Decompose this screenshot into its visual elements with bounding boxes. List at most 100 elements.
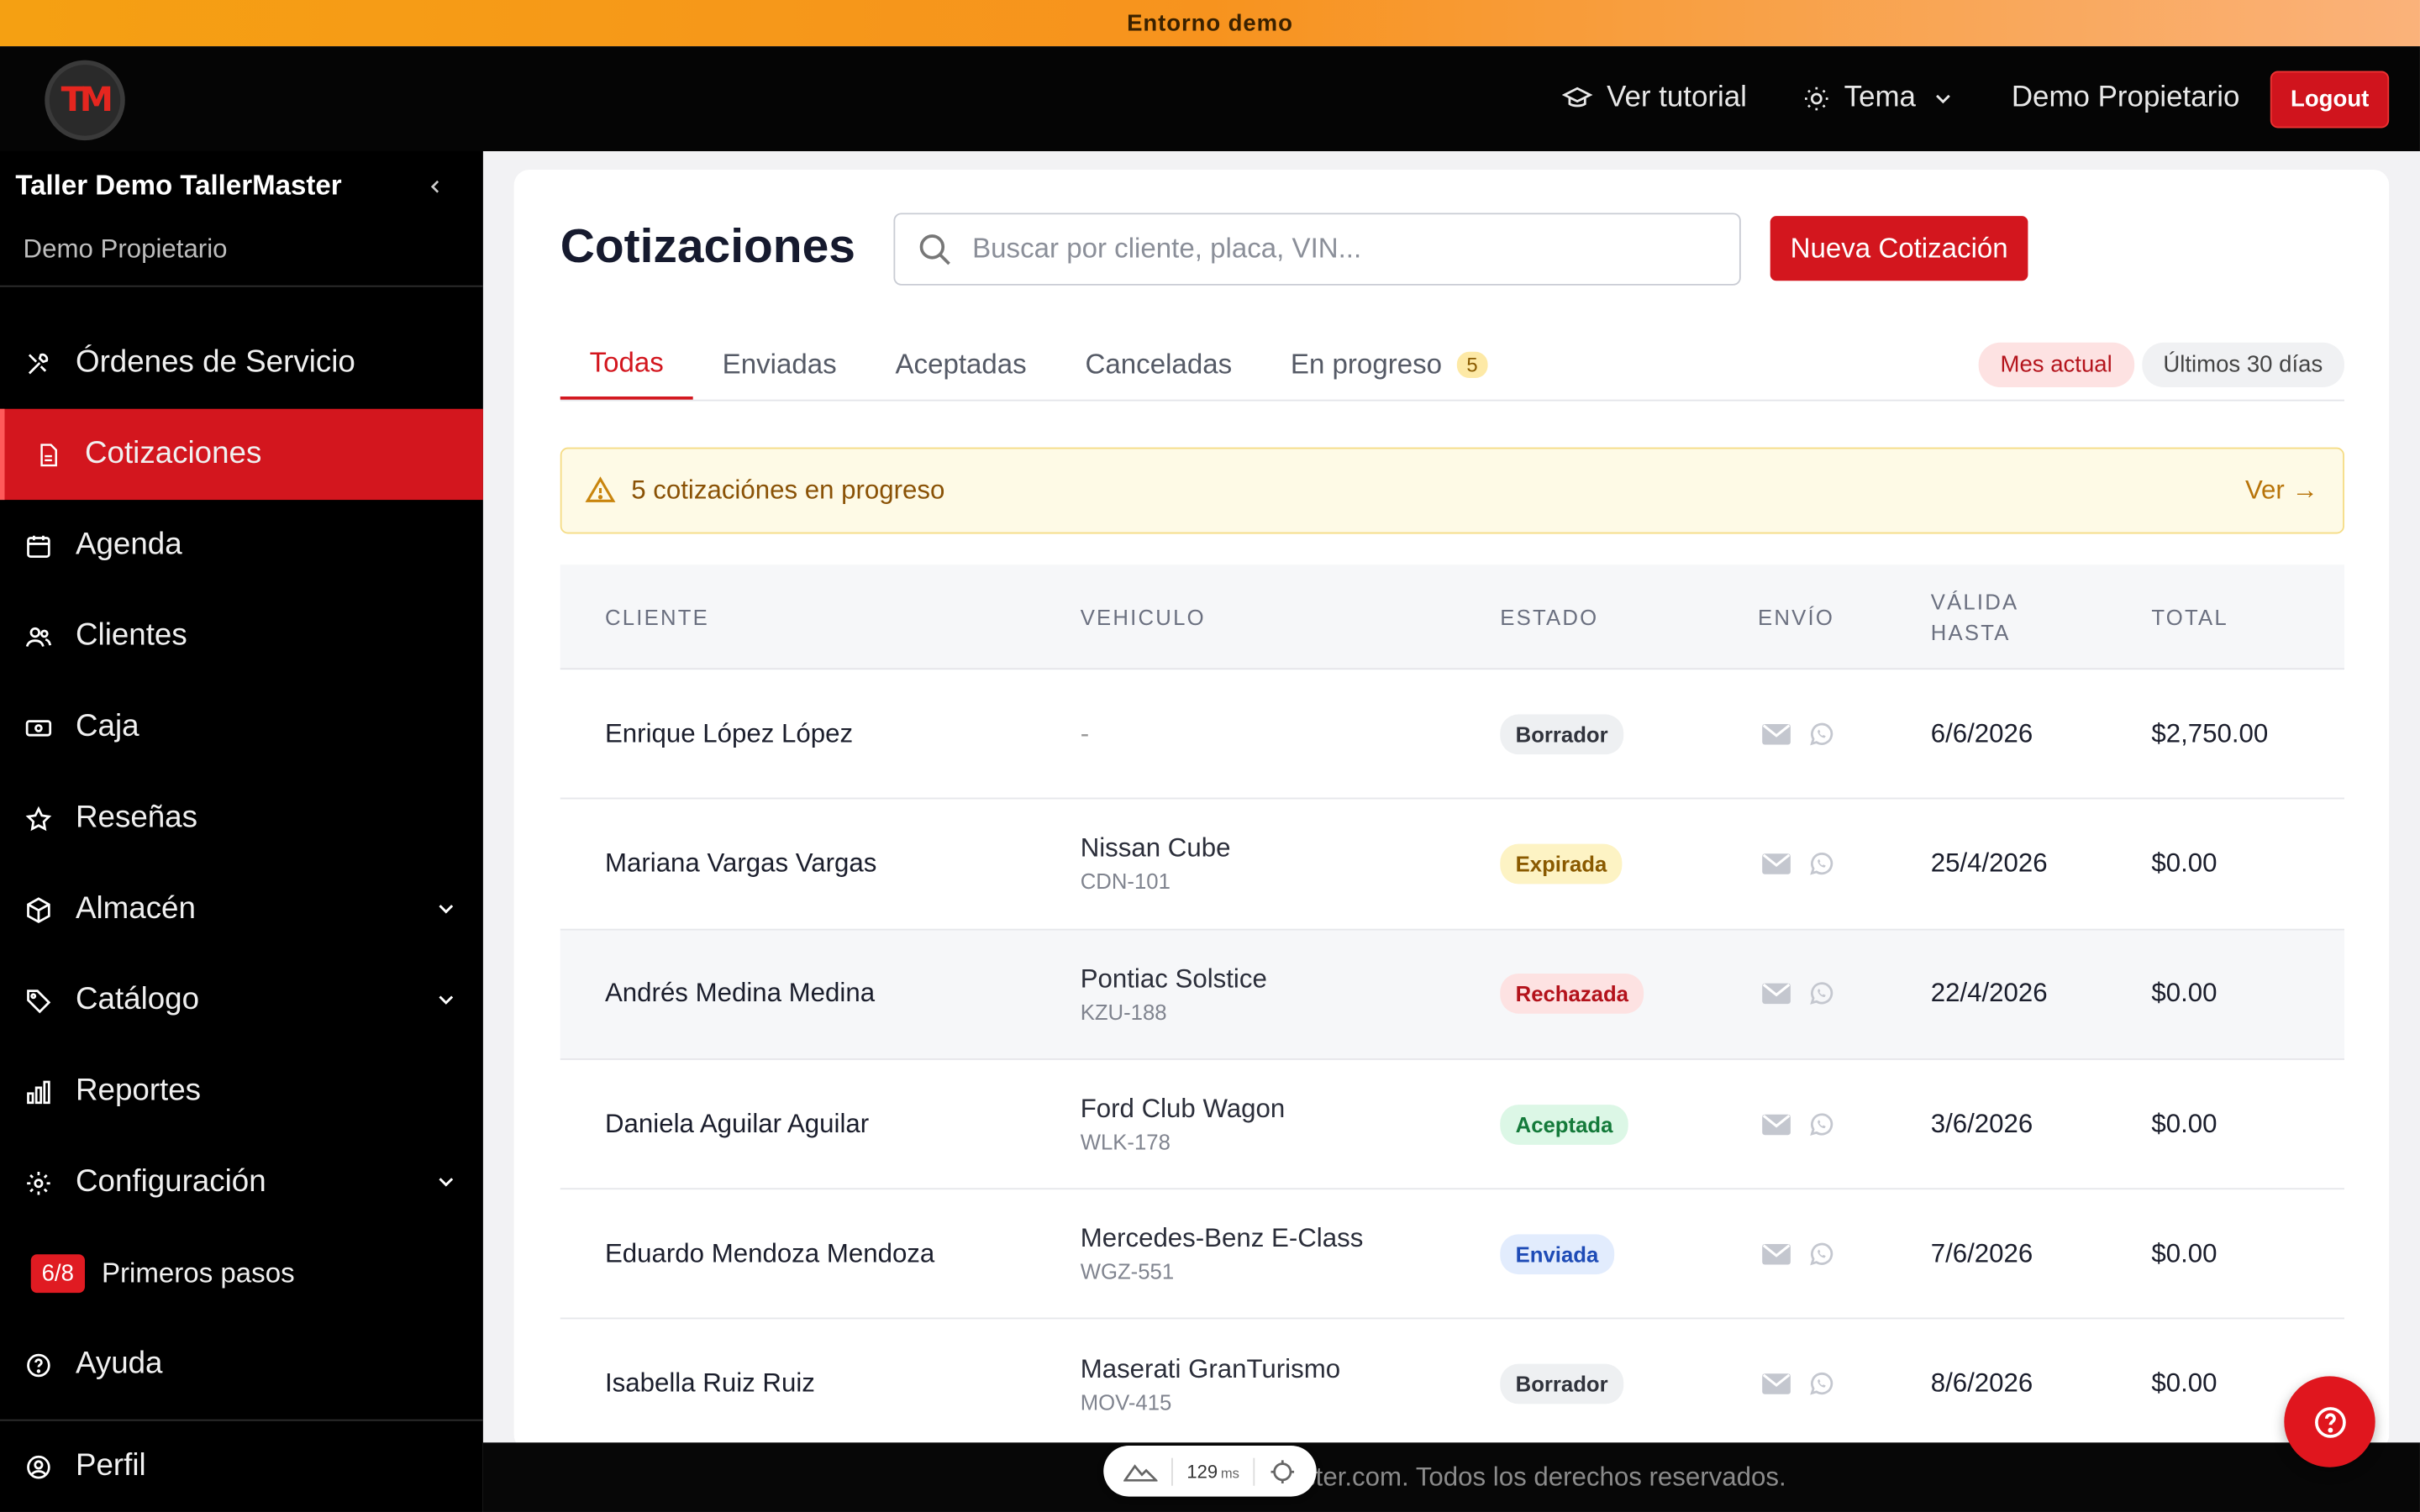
email-icon[interactable] [1761,982,1792,1006]
filter-last-30-days[interactable]: Últimos 30 días [2141,342,2344,388]
sidebar-item-label: Almacén [75,891,196,927]
col-header-send[interactable]: ENVÍO [1758,564,1834,669]
logo-text: TM [60,81,113,120]
chevron-down-icon[interactable] [434,986,458,1021]
email-icon[interactable] [1761,852,1792,876]
send-cell [1761,1189,1835,1318]
table-row[interactable]: Isabella Ruiz Ruiz Maserati GranTurismo MO… [560,1320,2344,1451]
status-cell: Expirada [1500,800,1623,928]
tutorial-button[interactable]: Ver tutorial [1561,81,1747,115]
client-name: Daniela Aguilar Aguilar [604,1108,870,1138]
sidebar-item-catalogo[interactable]: Catálogo [0,955,483,1046]
sidebar-item-label: Perfil [75,1448,146,1483]
tab-label: Canceladas [1085,349,1233,380]
whatsapp-icon[interactable] [1807,720,1835,748]
sidebar-item-primeros-pasos[interactable]: 6/8 Primeros pasos [0,1228,483,1319]
vehicle-name: Pontiac Solstice [1080,963,1267,994]
demo-banner-text: Entorno demo [1127,9,1293,37]
new-quote-button[interactable]: Nueva Cotización [1770,216,2028,281]
col-header-total[interactable]: TOTAL [2151,564,2228,669]
col-header-vehicle[interactable]: VEHICULO [1081,564,1206,669]
col-header-valid-until[interactable]: VÁLIDA HASTA [1931,564,2070,669]
vehicle-name: - [1080,718,1090,748]
sidebar-item-ayuda[interactable]: Ayuda [0,1319,483,1410]
sidebar-item-cotizaciones[interactable]: Cotizaciones [0,408,483,501]
whatsapp-icon[interactable] [1807,1240,1835,1268]
sidebar-item-label: Cotizaciones [85,436,262,471]
tab-enviadas[interactable]: Enviadas [693,330,866,400]
tab-todas[interactable]: Todas [560,330,693,400]
graduation-cap-icon [1561,87,1593,108]
search-box[interactable] [893,213,1741,286]
sidebar-item-caja[interactable]: Caja [0,682,483,773]
client-name: Mariana Vargas Vargas [604,848,877,878]
theme-dropdown[interactable]: Tema [1802,81,1956,115]
vehicle-name: Maserati GranTurismo [1080,1353,1341,1383]
sidebar-item-clientes[interactable]: Clientes [0,591,483,681]
gear-icon [24,1168,52,1196]
whatsapp-icon[interactable] [1807,1370,1835,1398]
col-header-status[interactable]: ESTADO [1500,564,1598,669]
sidebar-item-label: Ayuda [75,1347,163,1381]
vehicle-name: Ford Club Wagon [1080,1094,1286,1124]
table-body: Enrique López López - Borrador 6/6/2026 $2,7… [560,669,2344,1451]
whatsapp-icon[interactable] [1807,980,1835,1008]
status-badge: Rechazada [1500,974,1644,1015]
chevron-down-icon[interactable] [434,895,458,930]
help-fab-button[interactable] [2284,1376,2375,1467]
table-row[interactable]: Eduardo Mendoza Mendoza Mercedes-Benz E-C… [560,1189,2344,1320]
box-icon [24,895,52,923]
tab-aceptadas[interactable]: Aceptadas [866,330,1056,400]
email-icon[interactable] [1761,1242,1792,1266]
col-header-client[interactable]: CLIENTE [605,564,709,669]
sidebar-item-agenda[interactable]: Agenda [0,500,483,591]
alert-view-link[interactable]: Ver → [2245,475,2318,507]
email-icon[interactable] [1761,1372,1792,1396]
valid-until-date: 3/6/2026 [1930,1108,2033,1138]
alert-text: 5 cotizaciónes en progreso [631,475,945,505]
sidebar-item-reportes[interactable]: Reportes [0,1046,483,1137]
search-input[interactable] [972,233,1713,265]
tab-en-progreso[interactable]: En progreso 5 [1261,330,1517,400]
perf-widget[interactable]: 129 ms [1103,1445,1317,1497]
warning-icon [585,476,616,502]
send-cell [1761,800,1835,928]
logout-button[interactable]: Logout [2270,70,2390,128]
date-filters: Mes actual Últimos 30 días [1978,342,2344,388]
email-icon[interactable] [1761,722,1792,746]
tab-label: Aceptadas [895,349,1027,380]
sidebar-item-ordenes[interactable]: Órdenes de Servicio [0,318,483,408]
table-row[interactable]: Andrés Medina Medina Pontiac Solstice KZU-… [560,929,2344,1060]
table-row[interactable]: Mariana Vargas Vargas Nissan Cube CDN-101 E… [560,800,2344,930]
help-icon [24,1351,52,1378]
chevron-down-icon[interactable] [434,1168,458,1203]
email-icon[interactable] [1761,1111,1792,1136]
user-menu[interactable]: Demo Propietario [2012,81,2240,115]
send-cell [1761,1320,1835,1448]
sidebar-item-almacen[interactable]: Almacén [0,864,483,955]
collapse-sidebar-icon[interactable] [424,173,446,206]
calendar-icon [24,532,52,559]
sidebar-item-label: Órdenes de Servicio [75,345,355,380]
whatsapp-icon[interactable] [1807,1110,1835,1138]
app-logo[interactable]: TM [45,60,125,141]
tag-icon [24,987,52,1015]
sidebar-item-configuracion[interactable]: Configuración [0,1137,483,1228]
filter-current-month[interactable]: Mes actual [1978,342,2134,388]
send-cell [1761,1060,1835,1189]
status-cell: Borrador [1500,669,1624,798]
tab-count-badge: 5 [1457,351,1487,378]
table-row[interactable]: Enrique López López - Borrador 6/6/2026 $2,7… [560,669,2344,800]
vehicle-name: Nissan Cube [1080,833,1231,864]
sidebar-item-resenas[interactable]: Reseñas [0,773,483,864]
vehicle-cell: Pontiac Solstice KZU-188 [1081,930,1267,1058]
status-badge: Enviada [1500,1234,1614,1274]
sidebar-item-perfil[interactable]: Perfil [0,1419,483,1512]
sidebar-header: Taller Demo TallerMaster Demo Propietari… [0,151,483,287]
page-title: Cotizaciones [560,218,855,274]
table-row[interactable]: Daniela Aguilar Aguilar Ford Club Wagon WL… [560,1060,2344,1190]
send-cell [1761,930,1835,1058]
tab-canceladas[interactable]: Canceladas [1056,330,1261,400]
crosshair-icon [1271,1459,1295,1483]
whatsapp-icon[interactable] [1807,850,1835,878]
